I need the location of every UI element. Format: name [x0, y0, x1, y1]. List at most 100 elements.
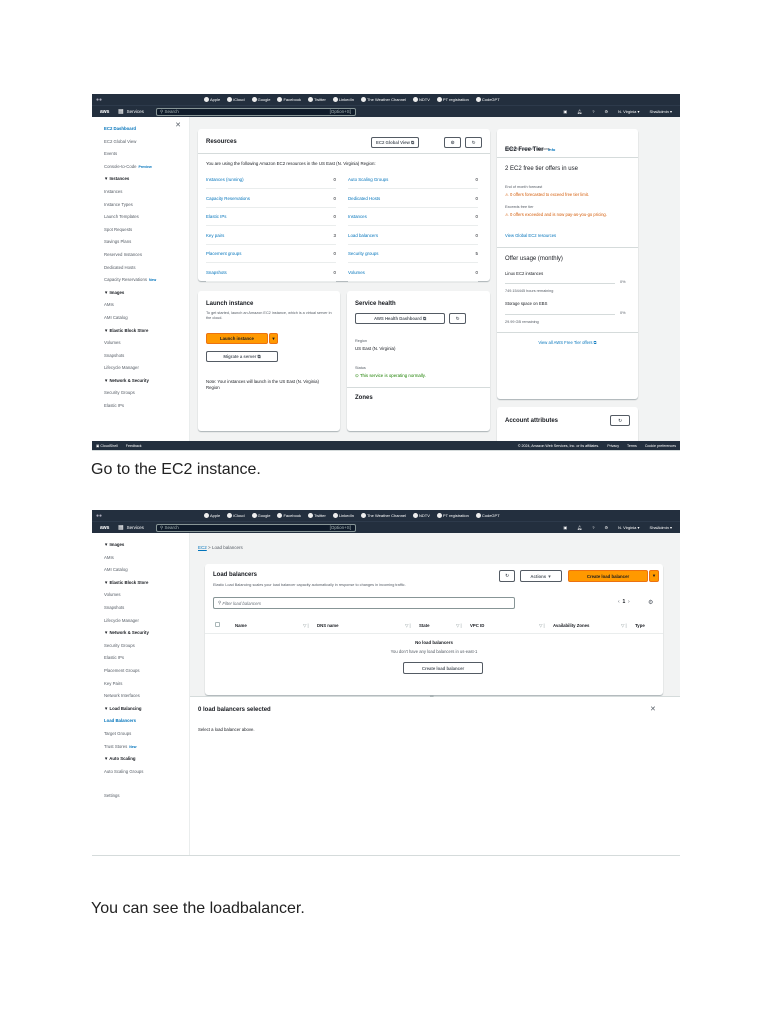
resource-row[interactable]: Auto Scaling Groups 0	[348, 171, 478, 189]
resource-label[interactable]: Placement groups	[206, 251, 241, 256]
cookie-preferences-link[interactable]: Cookie preferences	[645, 444, 676, 448]
select-all-checkbox[interactable]	[215, 622, 220, 627]
bookmark-item[interactable]: CodeGPT	[475, 97, 500, 103]
sidebar-section-header[interactable]: ▼ Auto Scaling	[104, 753, 189, 766]
sort-icon[interactable]: ▽ |	[539, 623, 545, 629]
sidebar-item[interactable]: Snapshots	[104, 602, 189, 615]
sidebar-item[interactable]: Snapshots	[104, 350, 189, 363]
bookmark-item[interactable]: Google	[251, 513, 270, 519]
settings-button[interactable]: ⚙	[444, 137, 461, 148]
resource-row[interactable]: Instances 0	[348, 208, 478, 226]
privacy-link[interactable]: Privacy	[607, 444, 619, 448]
sidebar-item[interactable]: Dedicated Hosts	[104, 262, 189, 275]
sidebar-item[interactable]: Spot Requests	[104, 224, 189, 237]
bookmark-item[interactable]: Google	[251, 97, 270, 103]
sidebar-item[interactable]: Volumes	[104, 337, 189, 350]
resource-label[interactable]: Dedicated Hosts	[348, 196, 380, 201]
bookmark-item[interactable]: Twitter	[308, 97, 326, 103]
resource-row[interactable]: Volumes 0	[348, 264, 478, 282]
sidebar-item[interactable]: Savings Plans	[104, 236, 189, 249]
sidebar-item[interactable]: Lifecycle Manager	[104, 615, 189, 628]
sidebar-item[interactable]: Reserved Instances	[104, 249, 189, 262]
sidebar-item[interactable]: Console-to-Code Preview	[104, 161, 189, 174]
sort-icon[interactable]: ▽ |	[456, 623, 462, 629]
resource-label[interactable]: Elastic IPs	[206, 214, 227, 219]
sidebar-section-header[interactable]: ▼ Load Balancing	[104, 703, 189, 716]
sidebar-item[interactable]: Capacity Reservations New	[104, 274, 189, 287]
sidebar-section-header[interactable]: ▼ Elastic Block Store	[104, 325, 189, 338]
bookmark-item[interactable]: PT registration	[436, 97, 469, 103]
sidebar-item[interactable]: Security Groups	[104, 640, 189, 653]
migrate-server-button[interactable]: Migrate a server ⧉	[206, 351, 278, 362]
actions-button[interactable]: Actions ▼	[520, 570, 562, 582]
chevron-right-icon[interactable]: ›	[628, 599, 630, 605]
bookmark-item[interactable]: LinkedIn	[332, 513, 354, 519]
sidebar-item[interactable]: Settings	[104, 790, 189, 803]
bell-icon[interactable]: 🔔︎	[577, 109, 582, 114]
refresh-button[interactable]: ↻	[449, 313, 466, 324]
close-icon[interactable]: ✕	[650, 705, 656, 713]
resource-row[interactable]: Snapshots 0	[206, 264, 336, 282]
sidebar-item[interactable]: Security Groups	[104, 387, 189, 400]
sidebar-item[interactable]: AMIs	[104, 552, 189, 565]
sidebar-item[interactable]: Placement Groups	[104, 665, 189, 678]
gear-icon[interactable]: ⚙	[604, 525, 608, 530]
launch-dropdown-button[interactable]: ▾	[269, 333, 278, 344]
bookmark-item[interactable]: NDTV	[413, 97, 430, 103]
health-dashboard-button[interactable]: AWS Health Dashboard ⧉	[355, 313, 445, 324]
page-number[interactable]: 1	[622, 599, 625, 605]
account-menu[interactable]: ShaiAdmin ▾	[650, 109, 672, 114]
sidebar-item[interactable]: Volumes	[104, 589, 189, 602]
cloudshell-icon[interactable]: ▣	[563, 109, 567, 114]
bookmark-item[interactable]: The Weather Channel	[360, 513, 406, 519]
sidebar-section-header[interactable]: ▼ Elastic Block Store	[104, 577, 189, 590]
cloudshell-link[interactable]: ▣ CloudShell	[96, 444, 118, 448]
column-header[interactable]: Name	[235, 623, 247, 628]
column-header[interactable]: VPC ID	[470, 623, 484, 628]
sidebar-section-header[interactable]: ▼ Images	[104, 287, 189, 300]
bookmark-item[interactable]: iCloud	[227, 97, 245, 103]
search-input[interactable]: ⚲ Search [Option+S]	[156, 523, 356, 532]
aws-logo[interactable]: aws	[100, 109, 118, 115]
resource-row[interactable]: Placement groups 0	[206, 245, 336, 263]
terms-link[interactable]: Terms	[627, 444, 637, 448]
sidebar-item[interactable]: Instance Types	[104, 199, 189, 212]
sort-icon[interactable]: ▽ |	[405, 623, 411, 629]
sidebar-item[interactable]: AMI Catalog	[104, 312, 189, 325]
resource-label[interactable]: Capacity Reservations	[206, 196, 250, 201]
sidebar-section-header[interactable]: ▼ Network & Security	[104, 375, 189, 388]
bell-icon[interactable]: 🔔︎	[577, 525, 582, 530]
resource-label[interactable]: Load balancers	[348, 233, 378, 238]
sidebar-section-header[interactable]: ▼ Images	[104, 539, 189, 552]
gear-icon[interactable]: ⚙	[604, 109, 608, 114]
refresh-button[interactable]: ↻	[499, 570, 515, 582]
close-icon[interactable]: ✕	[175, 121, 181, 129]
bookmark-item[interactable]: PT registration	[436, 513, 469, 519]
column-header[interactable]: Type	[635, 623, 645, 628]
sidebar-item[interactable]: EC2 Global View	[104, 136, 189, 149]
resource-row[interactable]: Capacity Reservations 0	[206, 190, 336, 208]
resource-row[interactable]: Dedicated Hosts 0	[348, 190, 478, 208]
help-icon[interactable]: ?	[592, 525, 594, 530]
sort-icon[interactable]: ▽ |	[621, 623, 627, 629]
sidebar-section-header[interactable]: ▼ Instances	[104, 173, 189, 186]
sidebar-item[interactable]: AMI Catalog	[104, 564, 189, 577]
bookmark-item[interactable]: The Weather Channel	[360, 97, 406, 103]
column-header[interactable]: DNS name	[317, 623, 339, 628]
ec2-global-view-button[interactable]: EC2 Global View ⧉	[371, 137, 420, 148]
column-header[interactable]: Availability Zones	[553, 623, 589, 628]
aws-logo[interactable]: aws	[100, 525, 118, 531]
gear-icon[interactable]: ⚙	[648, 599, 653, 606]
help-icon[interactable]: ?	[592, 109, 594, 114]
bookmark-item[interactable]: Facebook	[277, 97, 301, 103]
sidebar-item[interactable]: Target Groups	[104, 728, 189, 741]
resource-row[interactable]: Elastic IPs 0	[206, 208, 336, 226]
bookmark-item[interactable]: NDTV	[413, 513, 430, 519]
cloudshell-icon[interactable]: ▣	[563, 525, 567, 530]
refresh-button[interactable]: ↻	[610, 415, 630, 426]
column-header[interactable]: State	[419, 623, 430, 628]
resize-handle-icon[interactable]: ═	[430, 694, 434, 700]
resource-label[interactable]: Auto Scaling Groups	[348, 177, 388, 182]
resource-row[interactable]: Key pairs 3	[206, 227, 336, 245]
sidebar-item[interactable]: Events	[104, 148, 189, 161]
